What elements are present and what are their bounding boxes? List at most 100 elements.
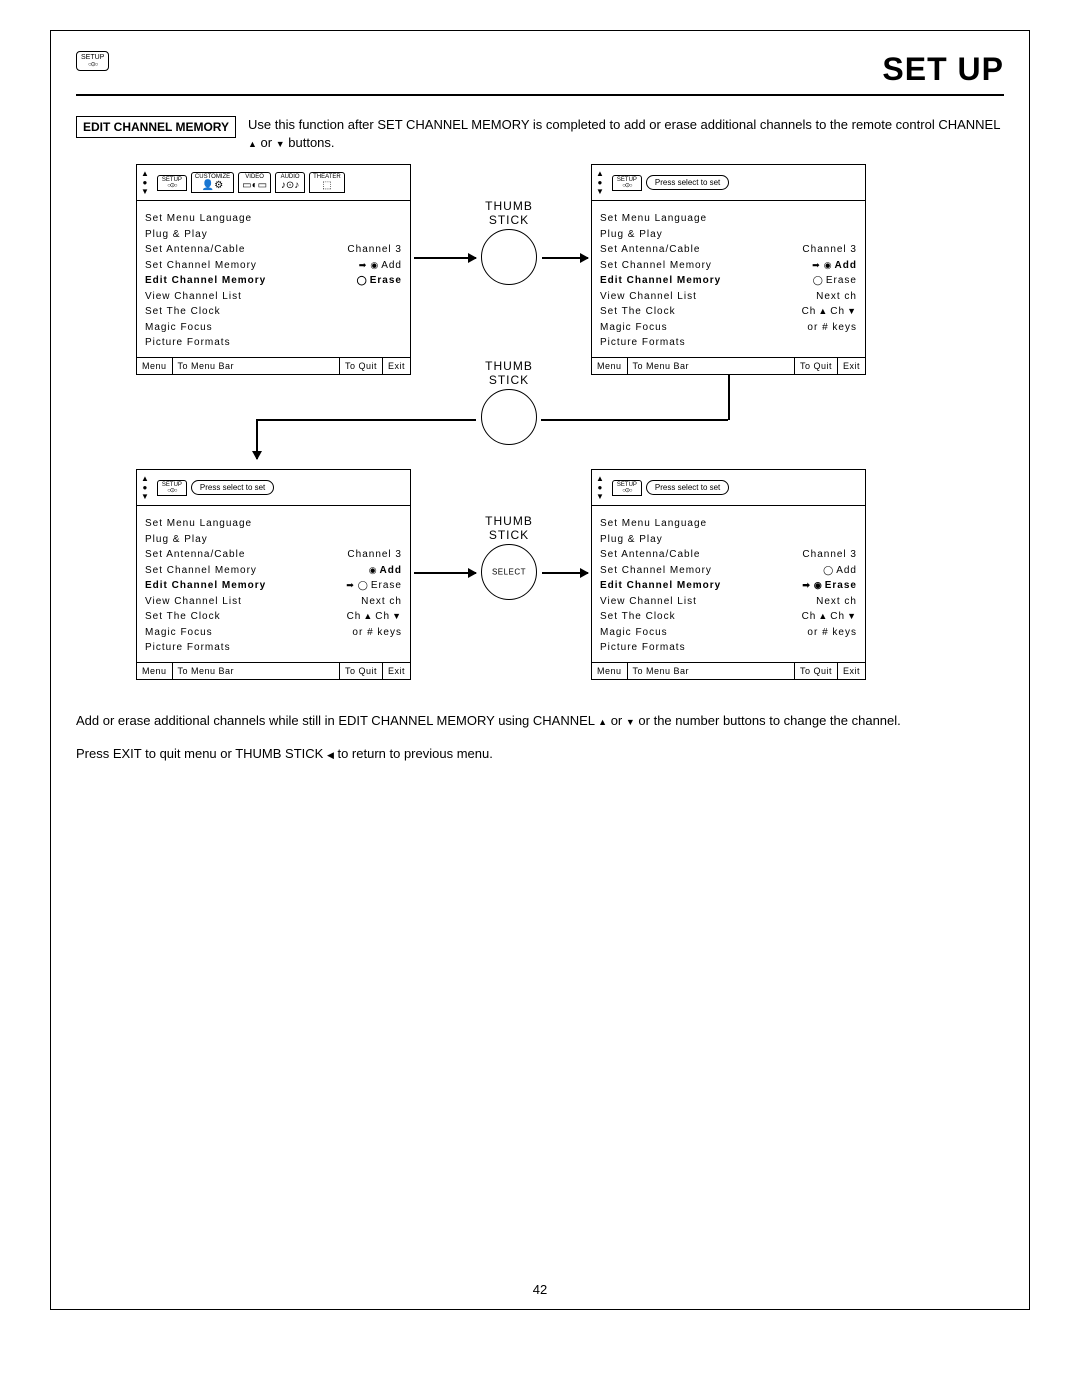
row-clock: Set The Clock: [145, 304, 402, 320]
panel3-tabbar: ▲●▼ SETUP○⊙○ Press select to set: [137, 470, 410, 506]
triangle-left-icon: [327, 746, 334, 761]
triangle-down-icon: [847, 609, 857, 625]
page-number: 42: [533, 1282, 547, 1297]
section-text-b: or: [257, 135, 276, 150]
slider-icon: ▲●▼: [596, 169, 604, 196]
panel2-tabbar: ▲●▼ SETUP○⊙○ Press select to set: [592, 165, 865, 201]
page-title: SET UP: [882, 51, 1004, 88]
osd-panel-4: ▲●▼ SETUP○⊙○ Press select to set Set Men…: [591, 469, 866, 680]
triangle-up-icon: [818, 609, 828, 625]
arrow-4: [542, 572, 588, 574]
panel3-body: Set Menu Language Plug & Play Set Antenn…: [137, 506, 410, 662]
row-clock: Set The ClockCh Ch: [145, 609, 402, 625]
radio-open-icon: [357, 273, 368, 289]
row-focus: Magic Focusor # keys: [600, 320, 857, 336]
panel4-body: Set Menu Language Plug & Play Set Antenn…: [592, 506, 865, 662]
row-editch: Edit Channel MemoryErase: [145, 578, 402, 594]
arrow-down-1: [256, 419, 258, 459]
thumb-stick-1: THUMB STICK: [481, 199, 537, 285]
foot-toquit: To Quit: [340, 358, 383, 374]
foot-tomb: To Menu Bar: [173, 663, 340, 679]
triangle-up-icon: [248, 135, 257, 150]
foot-toquit: To Quit: [795, 663, 838, 679]
section-text-a: Use this function after SET CHANNEL MEMO…: [248, 117, 1000, 132]
foot-exit: Exit: [383, 663, 410, 679]
panel1-tabbar: ▲●▼ SETUP○⊙○ CUSTOMIZE👤⚙ VIDEO▭◐▭ AUDIO♪…: [137, 165, 410, 201]
setup-mini-label: SETUP: [81, 54, 104, 61]
foot-tomb: To Menu Bar: [628, 663, 795, 679]
thumb-label: THUMB: [481, 359, 537, 373]
slider-icon: ▲●▼: [141, 169, 149, 196]
tab-video: VIDEO▭◐▭: [238, 172, 271, 193]
panel2-foot: Menu To Menu Bar To Quit Exit: [592, 357, 865, 374]
row-formats: Picture Formats: [600, 640, 857, 656]
foot-exit: Exit: [838, 358, 865, 374]
radio-open-icon: [813, 273, 824, 289]
row-plug: Plug & Play: [145, 532, 402, 548]
osd-panel-1: ▲●▼ SETUP○⊙○ CUSTOMIZE👤⚙ VIDEO▭◐▭ AUDIO♪…: [136, 164, 411, 375]
row-formats: Picture Formats: [600, 335, 857, 351]
row-editch: Edit Channel MemoryErase: [600, 578, 857, 594]
tab-theater: THEATER⬚: [309, 172, 345, 193]
triangle-up-icon: [598, 713, 607, 728]
stick-label: STICK: [481, 213, 537, 227]
tab-setup: SETUP○⊙○: [612, 175, 642, 191]
row-setch: Set Channel MemoryAdd: [600, 563, 857, 579]
triangle-down-icon: [626, 713, 635, 728]
panel4-tabbar: ▲●▼ SETUP○⊙○ Press select to set: [592, 470, 865, 506]
row-focus: Magic Focus: [145, 320, 402, 336]
pointer-icon: [812, 258, 822, 274]
row-viewch: View Channel ListNext ch: [145, 594, 402, 610]
after-p2: Press EXIT to quit menu or THUMB STICK t…: [76, 745, 1004, 763]
row-editch: Edit Channel MemoryErase: [145, 273, 402, 289]
section-tag: EDIT CHANNEL MEMORY: [76, 116, 236, 138]
foot-toquit: To Quit: [340, 663, 383, 679]
row-focus: Magic Focusor # keys: [145, 625, 402, 641]
pointer-icon: [346, 578, 356, 594]
connector-horiz-2: [541, 419, 728, 421]
connector-vert-2: [728, 374, 730, 420]
section-text-c: buttons.: [285, 135, 335, 150]
arrow-2: [542, 257, 588, 259]
stick-circle: [481, 389, 537, 445]
pointer-icon: [359, 258, 369, 274]
row-clock: Set The ClockCh Ch: [600, 609, 857, 625]
osd-panel-3: ▲●▼ SETUP○⊙○ Press select to set Set Men…: [136, 469, 411, 680]
row-setch: Set Channel MemoryAdd: [145, 563, 402, 579]
row-lang: Set Menu Language: [145, 516, 402, 532]
setup-mini-dots: ○⊙○: [88, 62, 97, 68]
row-formats: Picture Formats: [145, 640, 402, 656]
foot-menu: Menu: [137, 358, 173, 374]
thumb-stick-2: THUMB STICK: [481, 359, 537, 445]
row-plug: Plug & Play: [600, 227, 857, 243]
stick-label: STICK: [481, 528, 537, 542]
triangle-down-icon: [392, 609, 402, 625]
triangle-up-icon: [363, 609, 373, 625]
tab-audio: AUDIO♪⊙♪: [275, 172, 305, 193]
radio-open-icon: [823, 563, 834, 579]
tab-customize: CUSTOMIZE👤⚙: [191, 172, 234, 193]
foot-menu: Menu: [137, 663, 173, 679]
connector-horiz: [256, 419, 476, 421]
arrow-1: [414, 257, 476, 259]
row-clock: Set The ClockCh Ch: [600, 304, 857, 320]
panel2-body: Set Menu Language Plug & Play Set Antenn…: [592, 201, 865, 357]
radio-filled-icon: [369, 563, 378, 579]
panel1-body: Set Menu Language Plug & Play Set Antenn…: [137, 201, 410, 357]
panel3-foot: Menu To Menu Bar To Quit Exit: [137, 662, 410, 679]
thumb-stick-3: THUMB STICK: [481, 514, 537, 600]
foot-exit: Exit: [383, 358, 410, 374]
row-antenna: Set Antenna/CableChannel 3: [600, 547, 857, 563]
triangle-down-icon: [847, 304, 857, 320]
thumb-label: THUMB: [481, 199, 537, 213]
tab-setup: SETUP○⊙○: [157, 480, 187, 496]
row-lang: Set Menu Language: [145, 211, 402, 227]
after-text: Add or erase additional channels while s…: [76, 712, 1004, 762]
row-editch: Edit Channel MemoryErase: [600, 273, 857, 289]
row-lang: Set Menu Language: [600, 516, 857, 532]
foot-exit: Exit: [838, 663, 865, 679]
row-antenna: Set Antenna/CableChannel 3: [600, 242, 857, 258]
radio-filled-icon: [370, 258, 379, 274]
slider-icon: ▲●▼: [596, 474, 604, 501]
panel4-foot: Menu To Menu Bar To Quit Exit: [592, 662, 865, 679]
